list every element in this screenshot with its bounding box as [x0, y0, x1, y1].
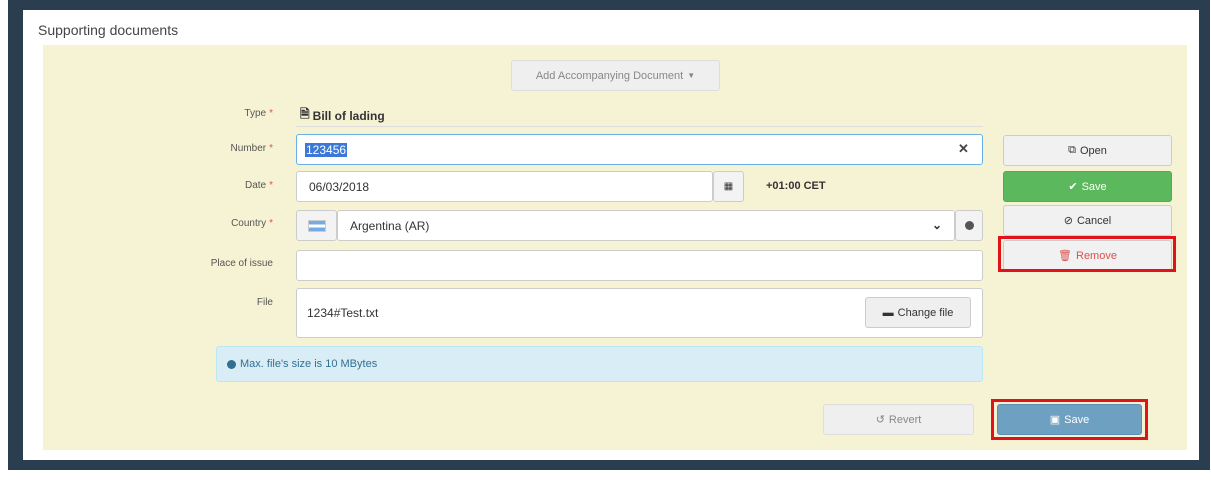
add-accompanying-document-button[interactable]: Add Accompanying Document ▼: [511, 60, 720, 91]
check-icon: ✔: [1068, 181, 1078, 193]
number-input[interactable]: 123456: [296, 134, 983, 165]
caret-down-icon: ▼: [687, 71, 696, 80]
timezone-text: +01:00 CET: [766, 180, 826, 192]
type-value: 🗎 Bill of lading: [300, 105, 385, 126]
change-file-label: Change file: [897, 306, 954, 319]
file-label: File: [256, 297, 273, 308]
globe-button[interactable]: [955, 210, 983, 241]
revert-button[interactable]: ↺ Revert: [823, 404, 974, 435]
add-document-label: Add Accompanying Document: [535, 69, 684, 82]
save-highlight: [991, 399, 1148, 440]
date-value: 06/03/2018: [309, 179, 370, 194]
country-label: Country *: [231, 218, 273, 229]
number-value: 123456: [305, 142, 348, 157]
open-label: Open: [1079, 144, 1107, 157]
cancel-label: Cancel: [1076, 214, 1112, 227]
remove-highlight: [998, 236, 1176, 272]
undo-icon: ↺: [875, 414, 885, 426]
document-icon: 🗎: [300, 107, 310, 121]
info-text: Max. file's size is 10 MBytes: [240, 358, 378, 370]
date-label: Date *: [244, 180, 273, 191]
section-title: Supporting documents: [38, 22, 179, 38]
open-button[interactable]: ⧉ Open: [1003, 135, 1172, 166]
place-of-issue-label: Place of issue: [210, 258, 273, 269]
change-file-button[interactable]: ▬ Change file: [865, 297, 971, 328]
type-label: Type *: [244, 108, 273, 119]
file-size-info: Max. file's size is 10 MBytes: [216, 346, 983, 382]
file-name: 1234#Test.txt: [307, 306, 379, 320]
save-document-label: Save: [1081, 180, 1107, 193]
calendar-button[interactable]: ▦: [713, 171, 744, 202]
country-value: Argentina (AR): [350, 218, 430, 233]
calendar-icon: ▦: [723, 181, 734, 192]
external-link-icon: ⧉: [1068, 144, 1076, 156]
ban-icon: ⊘: [1063, 215, 1073, 227]
globe-icon: [964, 221, 974, 230]
country-flag-box: [296, 210, 337, 241]
folder-icon: ▬: [882, 306, 894, 319]
info-icon: [227, 359, 236, 369]
divider: [296, 126, 983, 127]
country-select[interactable]: Argentina (AR) ⌄: [337, 210, 955, 241]
chevron-down-icon: ⌄: [931, 218, 942, 232]
clear-icon[interactable]: ✕: [958, 141, 969, 157]
cancel-button[interactable]: ⊘ Cancel: [1003, 205, 1172, 236]
number-label: Number *: [230, 143, 273, 154]
argentina-flag-icon: [307, 219, 326, 232]
revert-label: Revert: [888, 413, 922, 426]
place-of-issue-input[interactable]: [296, 250, 983, 281]
save-document-button[interactable]: ✔ Save: [1003, 171, 1172, 202]
date-input[interactable]: 06/03/2018: [296, 171, 713, 202]
